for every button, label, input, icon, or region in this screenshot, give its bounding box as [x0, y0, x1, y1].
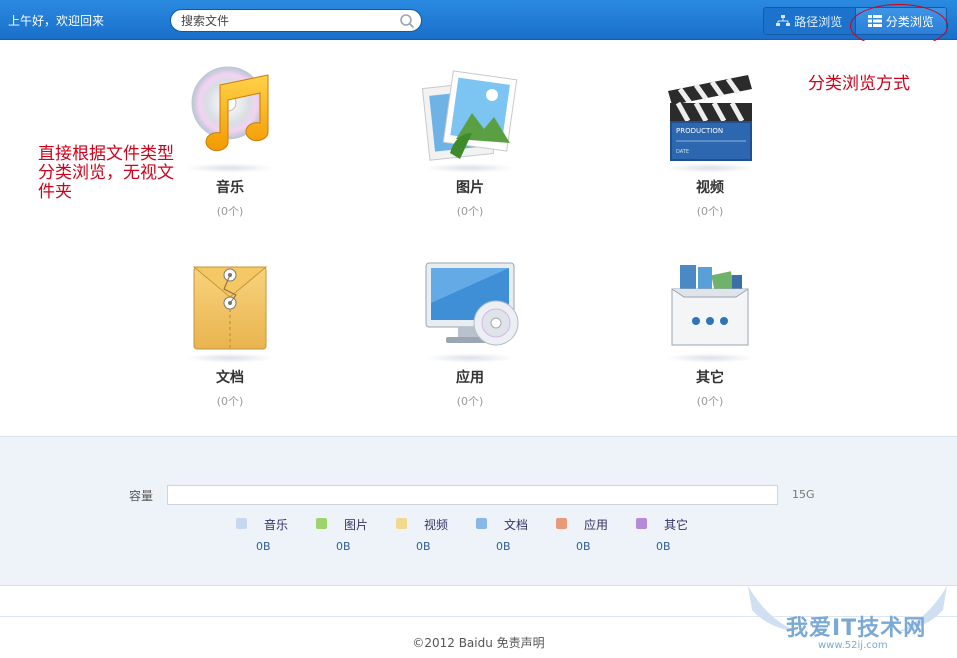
category-document-label: 文档: [216, 370, 244, 386]
document-icon: [192, 266, 268, 350]
category-picture-label: 图片: [456, 180, 484, 196]
category-music-label: 音乐: [216, 180, 244, 196]
annotation-left-line3: 件夹: [38, 182, 72, 202]
legend-document-swatch: [476, 518, 487, 529]
category-video-label: 视频: [696, 180, 724, 196]
legend-picture-swatch: [316, 518, 327, 529]
legend-music-label: 音乐: [264, 518, 289, 532]
picture-icon: [421, 70, 518, 161]
capacity-total: 15G: [792, 488, 815, 501]
legend-music-value: 0B: [256, 540, 271, 553]
category-picture-count: (0个): [456, 205, 484, 218]
capacity-label: 容量: [129, 489, 154, 503]
annotation-left-note: 直接根据文件类型 分类浏览，无视文 件夹: [38, 145, 174, 202]
legend-other-value: 0B: [656, 540, 671, 553]
legend-application-label: 应用: [584, 518, 609, 532]
category-music[interactable]: 音乐 (0个): [160, 63, 300, 219]
legend-application-value: 0B: [576, 540, 591, 553]
legend-other-swatch: [636, 518, 647, 529]
category-video-count: (0个): [696, 205, 724, 218]
search-box[interactable]: [170, 9, 422, 32]
category-other[interactable]: 其它 (0个): [640, 253, 780, 409]
search-input[interactable]: [181, 13, 391, 29]
annotation-left-line2: 分类浏览，无视文: [38, 163, 174, 183]
category-document-count: (0个): [216, 395, 244, 408]
watermark-site-url: www.52ij.com: [818, 640, 888, 651]
legend-application-swatch: [556, 518, 567, 529]
path-view-label: 路径浏览: [794, 14, 843, 29]
category-application-label: 应用: [456, 370, 484, 386]
other-icon: [671, 265, 749, 346]
category-grid: 音乐 (0个) 图片 (0个) PRODUCTION DATE 视频 (0个) …: [0, 41, 957, 436]
legend-video-value: 0B: [416, 540, 431, 553]
tree-icon: [776, 15, 791, 26]
watermark-site-name: 我爱IT技术网: [786, 616, 927, 641]
legend-video-swatch: [396, 518, 407, 529]
category-other-label: 其它: [696, 370, 724, 386]
video-date-text: DATE: [676, 149, 689, 155]
annotation-right-note: 分类浏览方式: [808, 74, 910, 94]
legend-document-label: 文档: [504, 518, 529, 532]
category-application-count: (0个): [456, 395, 484, 408]
legend-music-swatch: [236, 518, 247, 529]
category-music-count: (0个): [216, 205, 244, 218]
legend-picture-value: 0B: [336, 540, 351, 553]
legend-picture-label: 图片: [344, 518, 369, 532]
category-video[interactable]: PRODUCTION DATE 视频 (0个): [640, 63, 780, 219]
music-icon: [191, 66, 269, 152]
path-view-button[interactable]: 路径浏览: [764, 8, 855, 34]
video-production-text: PRODUCTION: [676, 127, 723, 135]
category-picture[interactable]: 图片 (0个): [400, 63, 540, 219]
legend-document-value: 0B: [496, 540, 511, 553]
search-icon[interactable]: [399, 13, 415, 29]
legend-video-label: 视频: [424, 518, 449, 532]
capacity-bar: [167, 485, 778, 505]
site-watermark: 我爱IT技术网 www.52ij.com: [738, 580, 957, 658]
legend-other-label: 其它: [664, 518, 689, 532]
greeting-text: 上午好，欢迎回来: [8, 14, 105, 28]
top-header: 上午好，欢迎回来 路径浏览 分类浏览: [0, 0, 957, 40]
annotation-left-line1: 直接根据文件类型: [38, 144, 174, 164]
capacity-panel: 容量 15G 音乐 0B 图片 0B 视频 0B 文档 0B 应用 0B 其它 …: [0, 436, 957, 586]
category-other-count: (0个): [696, 395, 724, 408]
category-application[interactable]: 应用 (0个): [400, 253, 540, 409]
category-document[interactable]: 文档 (0个): [160, 253, 300, 409]
application-icon: [425, 262, 519, 346]
video-icon: PRODUCTION DATE: [668, 75, 752, 161]
